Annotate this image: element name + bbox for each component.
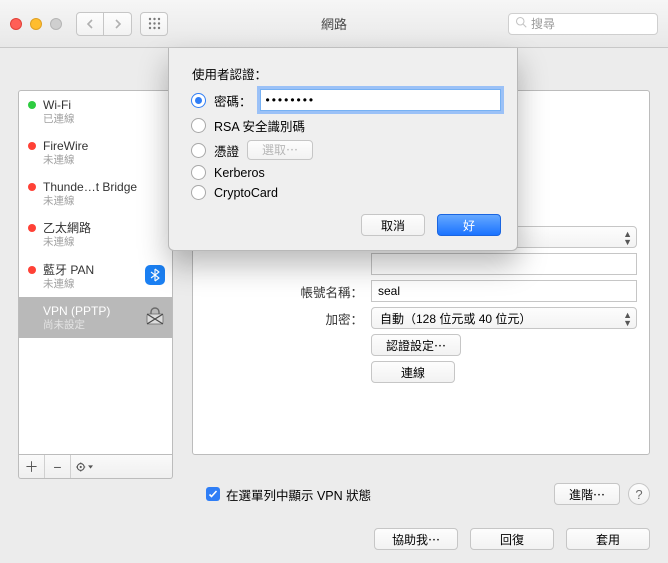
zoom-window-button[interactable]	[50, 18, 62, 30]
auth-option-kerberos[interactable]: Kerberos	[187, 165, 501, 180]
service-status: 未連線	[43, 154, 164, 167]
advanced-button[interactable]: 進階⋯	[554, 483, 620, 505]
status-dot	[28, 183, 36, 191]
help-button[interactable]: ?	[628, 483, 650, 505]
status-dot	[28, 142, 36, 150]
titlebar: 網路 搜尋	[0, 0, 668, 48]
status-dot	[28, 224, 36, 232]
search-placeholder: 搜尋	[531, 15, 555, 32]
gear-popup-button[interactable]	[71, 455, 97, 478]
service-firewire[interactable]: FireWire未連線	[19, 132, 172, 173]
assist-button[interactable]: 協助我⋯	[374, 528, 458, 550]
account-label: 帳號名稱：	[193, 282, 363, 301]
minimize-window-button[interactable]	[30, 18, 42, 30]
account-field[interactable]: seal	[371, 280, 637, 302]
service-name: Thunde…t Bridge	[43, 180, 164, 195]
close-window-button[interactable]	[10, 18, 22, 30]
nav-back-forward	[76, 12, 132, 36]
auth-option-password[interactable]: 密碼： ••••••••	[187, 89, 501, 111]
bluetooth-icon	[144, 264, 166, 286]
show-all-button[interactable]	[140, 12, 168, 36]
add-service-button[interactable]: ＋	[19, 455, 45, 478]
revert-button[interactable]: 回復	[470, 528, 554, 550]
service-status: 未連線	[43, 236, 164, 249]
show-vpn-label: 在選單列中顯示 VPN 狀態	[226, 485, 371, 504]
auth-option-certificate[interactable]: 憑證 選取⋯	[187, 140, 501, 160]
service-name: FireWire	[43, 139, 164, 154]
service-ethernet[interactable]: 乙太網路未連線	[19, 214, 172, 255]
footer: 協助我⋯ 回復 套用	[0, 515, 668, 563]
auth-option-rsa[interactable]: RSA 安全識別碼	[187, 116, 501, 135]
service-status: 已連線	[43, 113, 164, 126]
auth-option-cryptocard[interactable]: CryptoCard	[187, 185, 501, 200]
certificate-select-button[interactable]: 選取⋯	[247, 140, 313, 160]
auth-sheet: 使用者認證： 密碼： •••••••• RSA 安全識別碼 憑證 選取⋯ Ker…	[168, 48, 518, 251]
service-list-footer: ＋ −	[18, 455, 173, 479]
service-list: Wi-Fi已連線 FireWire未連線 Thunde…t Bridge未連線 …	[18, 90, 173, 455]
show-vpn-checkbox[interactable]	[206, 487, 220, 501]
bottom-options: 在選單列中顯示 VPN 狀態 進階⋯ ?	[206, 483, 650, 505]
sheet-header: 使用者認證：	[192, 64, 501, 83]
encryption-label: 加密：	[193, 309, 363, 328]
window-controls	[10, 18, 62, 30]
remove-service-button[interactable]: −	[45, 455, 71, 478]
service-bluetooth-pan[interactable]: 藍牙 PAN未連線	[19, 256, 172, 297]
service-name: Wi-Fi	[43, 98, 164, 113]
auth-settings-button[interactable]: 認證設定⋯	[371, 334, 461, 356]
radio-cryptocard[interactable]	[191, 185, 206, 200]
password-field[interactable]: ••••••••	[260, 89, 501, 111]
radio-certificate[interactable]	[191, 143, 206, 158]
lock-icon	[144, 305, 166, 327]
radio-kerberos[interactable]	[191, 165, 206, 180]
service-wifi[interactable]: Wi-Fi已連線	[19, 91, 172, 132]
connect-button[interactable]: 連線	[371, 361, 455, 383]
sheet-ok-button[interactable]: 好	[437, 214, 501, 236]
service-name: 乙太網路	[43, 221, 164, 236]
search-icon	[515, 16, 527, 31]
service-status: 未連線	[43, 195, 164, 208]
service-thunderbolt[interactable]: Thunde…t Bridge未連線	[19, 173, 172, 214]
status-dot	[28, 266, 36, 274]
radio-password[interactable]	[191, 93, 206, 108]
forward-button[interactable]	[104, 12, 132, 36]
search-input[interactable]: 搜尋	[508, 13, 658, 35]
radio-rsa[interactable]	[191, 118, 206, 133]
sheet-cancel-button[interactable]: 取消	[361, 214, 425, 236]
service-vpn-pptp[interactable]: VPN (PPTP)尚未設定	[19, 297, 172, 338]
back-button[interactable]	[76, 12, 104, 36]
status-dot	[28, 101, 36, 109]
apply-button[interactable]: 套用	[566, 528, 650, 550]
encryption-select[interactable]: 自動（128 位元或 40 位元）▲▼	[371, 307, 637, 329]
